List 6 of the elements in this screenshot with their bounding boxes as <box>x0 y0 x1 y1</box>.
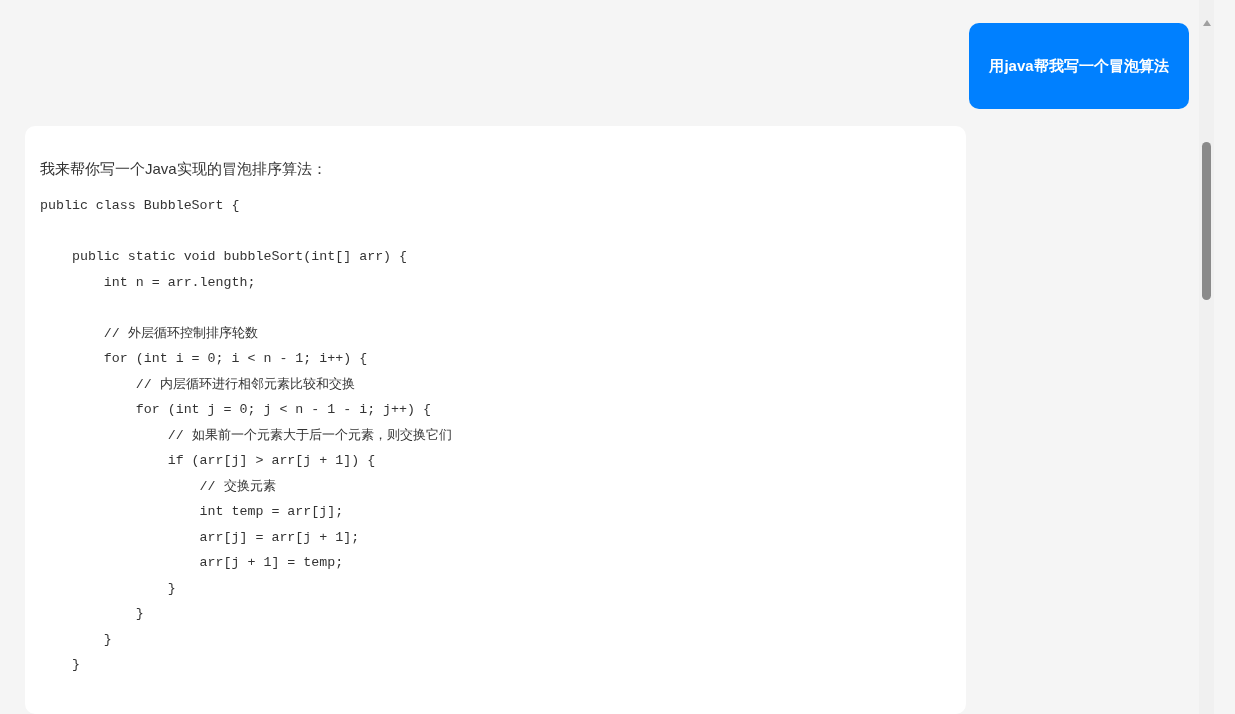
scroll-up-arrow-icon[interactable] <box>1202 20 1211 26</box>
assistant-message-text: 我来帮你写一个Java实现的冒泡排序算法： <box>40 160 328 179</box>
scrollbar-thumb[interactable] <box>1202 142 1211 300</box>
user-message: 用java帮我写一个冒泡算法 <box>969 23 1189 109</box>
code-text: public class BubbleSort { public static void bubbleSort(int[] arr) { int n = arr.length; // 外层循环控制排序轮数 for (int i = 0; i < n - 1; i++) { // 内层循环进行相邻元素比较和交换 for (int j = 0; j < n - 1 - i; j++) { // 如果前一个元素大于后一个元素，则交换它们 if (arr[j] > arr[j + 1]) { // 交换元素 int temp = arr[j]; arr[j] = arr[j + 1]; arr[j + 1] = temp; } } } } <box>40 197 453 674</box>
scrollbar[interactable] <box>1199 0 1214 714</box>
